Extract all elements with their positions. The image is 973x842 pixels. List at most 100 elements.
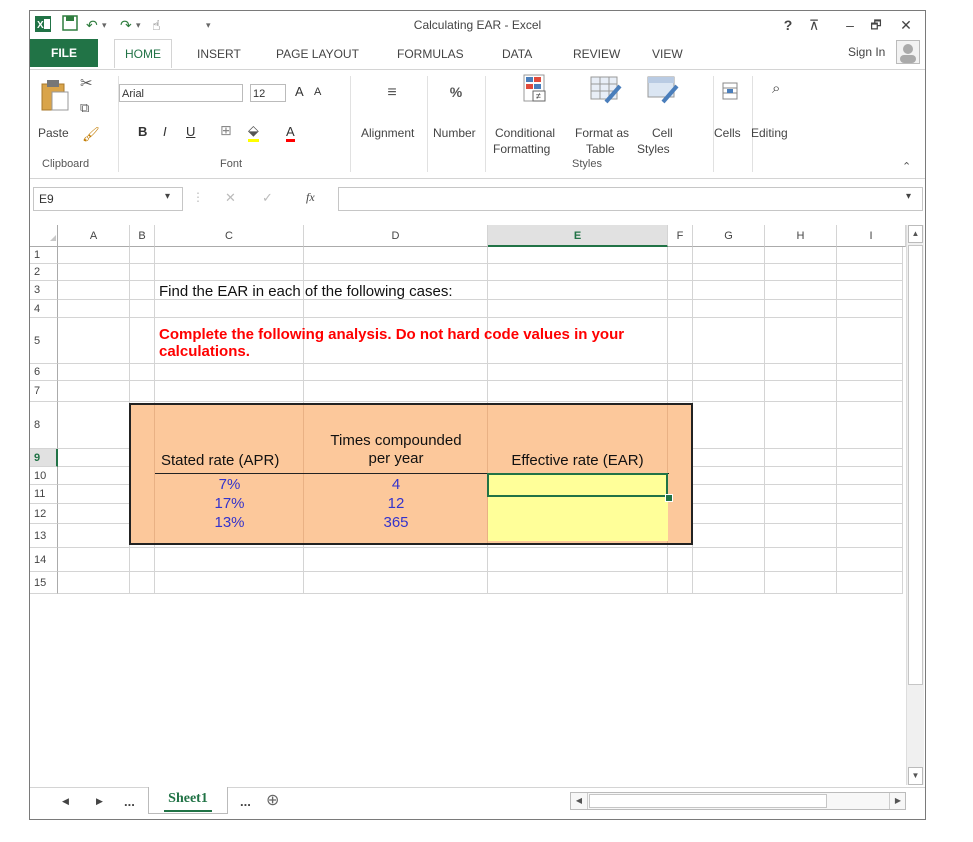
minimize-button[interactable]: – [838,15,862,35]
row-header[interactable]: 11 [30,485,58,504]
conditional-formatting-label-2[interactable]: Formatting [493,142,550,156]
header-times-line2[interactable]: per year [304,450,488,467]
sign-in-link[interactable]: Sign In [848,45,885,59]
cancel-entry-button[interactable]: ✕ [225,190,236,206]
user-avatar-icon[interactable] [896,40,920,64]
binoculars-icon[interactable]: ⌕ [772,80,780,97]
cell-styles-label-2[interactable]: Styles [637,142,670,156]
tab-view[interactable]: VIEW [652,47,683,61]
row-header[interactable]: 1 [30,247,58,264]
copy-icon[interactable]: ⧉ [80,100,89,116]
column-header[interactable]: H [765,225,837,247]
insert-function-button[interactable]: fx [306,190,315,205]
fill-color-icon[interactable]: ⬙ [248,122,259,142]
format-as-table-label-2[interactable]: Table [586,142,615,156]
header-stated-rate[interactable]: Stated rate (APR) [161,452,279,469]
cells-button[interactable]: Cells [714,126,741,140]
scroll-left-icon[interactable]: ◀ [571,793,588,809]
cell-times-2[interactable]: 12 [304,495,488,512]
formula-input[interactable] [338,187,923,211]
cell-styles-icon[interactable] [647,76,679,107]
cell-apr-1[interactable]: 7% [155,476,304,493]
row-header[interactable]: 2 [30,264,58,281]
more-sheets-right[interactable]: ... [240,794,251,809]
tab-data[interactable]: DATA [502,47,532,61]
column-header[interactable]: B [130,225,155,247]
cell-times-3[interactable]: 365 [304,514,488,531]
column-header[interactable]: F [668,225,693,247]
font-size-select[interactable]: 12 [250,84,286,102]
tab-page-layout[interactable]: PAGE LAYOUT [276,47,359,61]
scroll-sheets-left-icon[interactable]: ◀ [62,796,69,807]
cell-apr-2[interactable]: 17% [155,495,304,512]
row-header[interactable]: 10 [30,467,58,485]
enter-entry-button[interactable]: ✓ [262,190,273,206]
font-name-select[interactable]: Arial [119,84,243,102]
header-times-line1[interactable]: Times compounded [304,432,488,449]
horizontal-scroll-thumb[interactable] [589,794,827,808]
alignment-button[interactable]: Alignment [361,126,414,140]
more-sheets-left[interactable]: ... [124,794,135,809]
header-effective-rate[interactable]: Effective rate (EAR) [487,452,668,469]
column-header[interactable]: G [693,225,765,247]
close-button[interactable]: ✕ [894,15,918,35]
row-header[interactable]: 8 [30,402,58,449]
scroll-sheets-right-icon[interactable]: ▶ [96,796,103,807]
underline-button[interactable]: U [186,124,195,139]
scroll-down-icon[interactable]: ▼ [908,767,923,785]
column-header[interactable]: A [58,225,130,247]
vertical-scrollbar[interactable]: ▲ ▼ [906,225,924,785]
conditional-formatting-label-1[interactable]: Conditional [495,126,555,140]
editing-button[interactable]: Editing [751,126,788,140]
paste-button[interactable]: Paste [38,126,69,140]
tab-home[interactable]: HOME [114,39,172,68]
row-header[interactable]: 5 [30,318,58,364]
row-header[interactable]: 6 [30,364,58,381]
cell-styles-label-1[interactable]: Cell [652,126,673,140]
scroll-up-icon[interactable]: ▲ [908,225,923,243]
bold-button[interactable]: B [138,124,147,139]
format-painter-icon[interactable]: 🖌 [82,126,100,143]
scroll-right-icon[interactable]: ▶ [889,793,906,809]
maximize-button[interactable]: 🗗 [864,15,888,35]
row-header[interactable]: 13 [30,524,58,548]
cell-c5-line1[interactable]: Complete the following analysis. Do not … [159,326,624,343]
shrink-font-button[interactable]: A [314,86,321,98]
number-format-icon[interactable]: % [443,84,469,108]
cell-c3[interactable]: Find the EAR in each of the following ca… [159,283,453,300]
tab-formulas[interactable]: FORMULAS [397,47,464,61]
name-box[interactable]: E9 [33,187,183,211]
new-sheet-button[interactable]: ⊕ [266,790,279,810]
column-header[interactable]: I [837,225,906,247]
name-box-dropdown-icon[interactable]: ▾ [165,191,170,202]
alignment-icon[interactable]: ≡ [380,84,404,108]
worksheet-grid[interactable]: A B C D E F G H I 1 2 3 4 5 6 7 8 9 10 1… [30,225,906,785]
cell-apr-3[interactable]: 13% [155,514,304,531]
column-header[interactable]: C [155,225,304,247]
expand-formula-bar-icon[interactable]: ▾ [906,191,911,202]
help-button[interactable]: ? [776,15,800,35]
row-header[interactable]: 15 [30,572,58,594]
column-header-selected[interactable]: E [488,225,668,247]
tab-file[interactable]: FILE [30,39,98,67]
italic-button[interactable]: I [163,124,167,139]
font-color-button[interactable]: A [286,124,295,142]
column-header[interactable]: D [304,225,488,247]
row-header[interactable]: 12 [30,504,58,524]
ribbon-display-options-button[interactable]: ⊼ [802,15,826,35]
cell-times-1[interactable]: 4 [304,476,488,493]
vertical-scroll-thumb[interactable] [908,245,923,685]
cut-icon[interactable]: ✂ [80,74,93,92]
format-as-table-icon[interactable] [590,76,622,107]
row-header[interactable]: 3 [30,281,58,300]
row-header-selected[interactable]: 9 [30,449,58,467]
row-header[interactable]: 7 [30,381,58,402]
borders-icon[interactable]: ⊞ [220,122,232,139]
row-header[interactable]: 14 [30,548,58,572]
tab-review[interactable]: REVIEW [573,47,620,61]
number-button[interactable]: Number [433,126,476,140]
fill-handle[interactable] [665,494,673,502]
row-header[interactable]: 4 [30,300,58,318]
select-all-corner[interactable] [30,225,58,247]
format-as-table-label-1[interactable]: Format as [575,126,629,140]
